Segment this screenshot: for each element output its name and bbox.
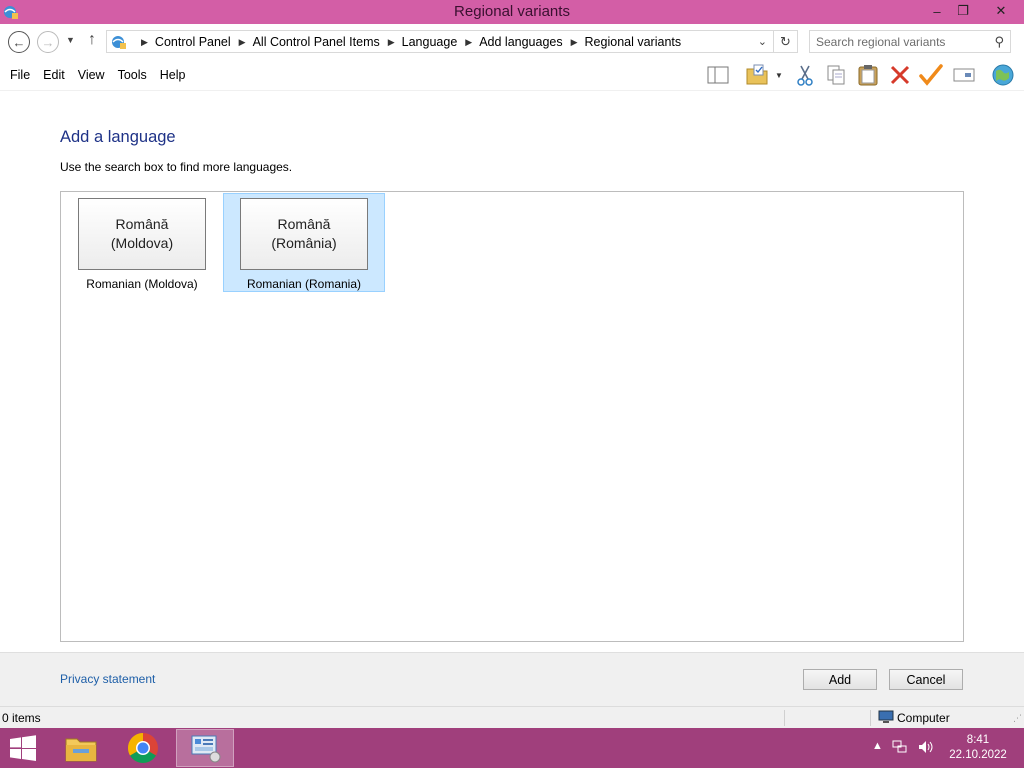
globe-icon[interactable] bbox=[990, 63, 1016, 87]
menu-view[interactable]: View bbox=[78, 68, 105, 82]
up-arrow-icon: ↑ bbox=[88, 31, 96, 48]
menu-toolbar-row: File Edit View Tools Help ▼ bbox=[0, 59, 1024, 91]
add-button[interactable]: Add bbox=[803, 669, 877, 690]
language-list[interactable]: Română (Moldova) Romanian (Moldova) Româ… bbox=[60, 191, 964, 642]
menu-bar: File Edit View Tools Help bbox=[0, 68, 188, 82]
back-arrow-icon: ← bbox=[12, 34, 26, 50]
menu-file[interactable]: File bbox=[10, 68, 30, 82]
computer-icon bbox=[878, 710, 894, 723]
close-button[interactable]: ✕ bbox=[984, 0, 1018, 22]
language-native-name: Română (România) bbox=[240, 198, 368, 270]
breadcrumb-regional-variants[interactable]: Regional variants bbox=[585, 35, 682, 49]
cut-icon[interactable] bbox=[792, 63, 818, 87]
taskbar-file-explorer[interactable] bbox=[52, 729, 110, 767]
chevron-down-icon[interactable]: ⌄ bbox=[758, 35, 767, 48]
recent-locations-dropdown[interactable]: ▼ bbox=[66, 35, 75, 45]
control-panel-icon bbox=[191, 735, 221, 763]
language-tile-romanian-romania[interactable]: Română (România) Romanian (Romania) bbox=[223, 193, 385, 292]
volume-icon[interactable] bbox=[917, 739, 935, 758]
main-content: Add a language Use the search box to fin… bbox=[0, 91, 1024, 652]
restore-button[interactable]: ❐ bbox=[948, 0, 978, 22]
breadcrumb-language[interactable]: Language bbox=[402, 35, 458, 49]
chevron-down-icon[interactable]: ▼ bbox=[770, 63, 788, 87]
network-icon[interactable] bbox=[892, 739, 908, 758]
start-button[interactable] bbox=[0, 729, 46, 767]
copy-icon[interactable] bbox=[823, 63, 849, 87]
refresh-icon: ↻ bbox=[780, 33, 791, 49]
navigation-bar: ← → ▼ ↑ ▶ Control Panel ▶ All Control Pa… bbox=[0, 24, 1024, 59]
language-tile-romanian-moldova[interactable]: Română (Moldova) Romanian (Moldova) bbox=[61, 193, 223, 292]
folder-icon bbox=[65, 738, 97, 762]
clock-time: 8:41 bbox=[966, 734, 990, 746]
taskbar-chrome[interactable] bbox=[114, 729, 172, 767]
window-title: Regional variants bbox=[454, 3, 570, 20]
rename-icon[interactable] bbox=[951, 63, 977, 87]
breadcrumb-separator-icon[interactable]: ▶ bbox=[465, 37, 472, 48]
status-divider bbox=[784, 710, 785, 726]
up-button[interactable]: ↑ bbox=[88, 31, 96, 49]
items-count: 0 items bbox=[2, 711, 41, 725]
paste-icon[interactable] bbox=[855, 63, 881, 87]
page-title: Add a language bbox=[60, 128, 176, 146]
resize-grip-icon[interactable]: ⋰ bbox=[1013, 713, 1022, 724]
forward-arrow-icon: → bbox=[41, 34, 55, 50]
folder-options-icon[interactable] bbox=[744, 63, 770, 87]
language-caption: Romanian (Moldova) bbox=[86, 277, 198, 291]
show-hidden-icons[interactable]: ▲ bbox=[872, 740, 883, 752]
language-native-name: Română (Moldova) bbox=[78, 198, 206, 270]
breadcrumb: ▶ Control Panel ▶ All Control Panel Item… bbox=[133, 35, 681, 49]
breadcrumb-separator-icon[interactable]: ▶ bbox=[571, 37, 578, 48]
refresh-button[interactable]: ↻ bbox=[774, 30, 798, 53]
layout-pane-icon[interactable] bbox=[705, 63, 731, 87]
forward-button[interactable]: → bbox=[37, 31, 59, 53]
windows-logo-icon bbox=[10, 735, 36, 761]
menu-edit[interactable]: Edit bbox=[43, 68, 65, 82]
breadcrumb-all-items[interactable]: All Control Panel Items bbox=[253, 35, 380, 49]
zone-label: Computer bbox=[897, 711, 950, 725]
delete-icon[interactable] bbox=[887, 63, 913, 87]
dialog-footer: Privacy statement Add Cancel bbox=[0, 652, 1024, 706]
back-button[interactable]: ← bbox=[8, 31, 30, 53]
title-bar[interactable]: Regional variants – ❐ ✕ bbox=[0, 0, 1024, 24]
breadcrumb-separator-icon[interactable]: ▶ bbox=[141, 37, 148, 48]
instruction-text: Use the search box to find more language… bbox=[60, 160, 293, 174]
chrome-icon bbox=[127, 733, 158, 764]
clock[interactable]: 8:41 22.10.2022 bbox=[940, 733, 1016, 763]
breadcrumb-separator-icon[interactable]: ▶ bbox=[388, 37, 395, 48]
status-bar: 0 items Computer ⋰ bbox=[0, 706, 1024, 728]
menu-help[interactable]: Help bbox=[160, 68, 186, 82]
breadcrumb-control-panel[interactable]: Control Panel bbox=[155, 35, 231, 49]
search-icon[interactable]: ⚲ bbox=[994, 34, 1004, 50]
status-divider bbox=[870, 710, 871, 726]
properties-checkmark-icon[interactable] bbox=[918, 63, 944, 87]
menu-tools[interactable]: Tools bbox=[118, 68, 147, 82]
language-caption: Romanian (Romania) bbox=[246, 277, 362, 291]
control-panel-icon bbox=[112, 36, 126, 49]
taskbar: ▲ 8:41 22.10.2022 bbox=[0, 728, 1024, 768]
privacy-statement-link[interactable]: Privacy statement bbox=[60, 672, 155, 686]
search-box[interactable]: ⚲ bbox=[809, 30, 1011, 53]
cancel-button[interactable]: Cancel bbox=[889, 669, 963, 690]
clock-date: 22.10.2022 bbox=[949, 749, 1007, 761]
address-bar[interactable]: ▶ Control Panel ▶ All Control Panel Item… bbox=[106, 30, 774, 53]
search-input[interactable] bbox=[810, 31, 980, 52]
taskbar-control-panel[interactable] bbox=[176, 729, 234, 767]
breadcrumb-add-languages[interactable]: Add languages bbox=[479, 35, 562, 49]
breadcrumb-separator-icon[interactable]: ▶ bbox=[239, 37, 246, 48]
